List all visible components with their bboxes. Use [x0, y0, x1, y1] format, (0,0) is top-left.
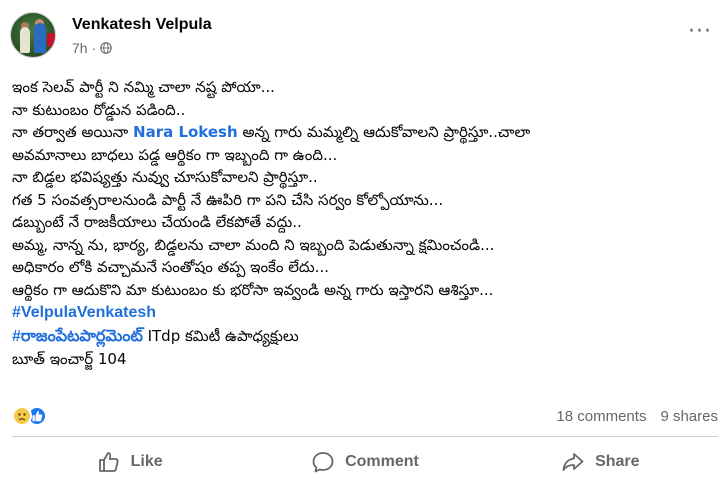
post-line: బూత్ ఇంచార్జ్ 104: [12, 350, 127, 368]
meta-separator: ·: [91, 40, 97, 56]
globe-icon: [100, 42, 113, 54]
post-line: నా బిడ్డల భవిష్యత్తు నువ్వు చూసుకోవాలని …: [12, 168, 318, 186]
hashtag-link[interactable]: #VelpulaVenkatesh: [12, 304, 156, 321]
post-time[interactable]: 7h: [72, 40, 88, 56]
post-line: అమ్మ, నాన్న ను, భార్య, బిడ్డలను చాలా మంద…: [12, 235, 495, 254]
post-line: #VelpulaVenkatesh: [12, 301, 718, 325]
action-bar: Like Comment Share: [12, 442, 718, 482]
mention-link-nara-lokesh[interactable]: Nara Lokesh: [133, 123, 238, 141]
post-line: గత 5 సంవత్సరాలనుండి పార్టీ నే ఊపిరి గా ప…: [12, 190, 444, 209]
like-label: Like: [130, 453, 163, 470]
post-line: అవమానాలు బాధలు పడ్డ ఆర్థికం గా ఇబ్బంది గ…: [12, 145, 338, 164]
post-line-text: అన్న గారు మమ్మల్ని ఆదుకోవాలని ప్రార్థిస్…: [237, 123, 531, 141]
share-arrow-icon: [562, 453, 584, 471]
stats-counts: 18 comments 9 shares: [556, 408, 718, 425]
post-line: నా తర్వాత అయినా Nara Lokesh అన్న గారు మమ…: [12, 121, 718, 144]
reaction-summary[interactable]: [12, 406, 47, 426]
share-button[interactable]: Share: [483, 442, 718, 482]
post-line: నా కుటుంబం రోడ్డున పడింది..: [12, 100, 186, 119]
post-stats: 18 comments 9 shares: [12, 402, 718, 430]
post-header: Venkatesh Velpula 7h · ···: [10, 12, 718, 58]
comment-bubble-icon: [312, 452, 334, 473]
post-line-text: ITdp కమిటీ ఉపాధ్యక్షులు: [142, 326, 299, 345]
shares-count[interactable]: 9 shares: [660, 408, 718, 425]
comment-button[interactable]: Comment: [247, 442, 482, 482]
post-line: డబ్బుంటే నే రాజకీయాలు చేయండి లేకపోతే వద్…: [12, 213, 302, 231]
divider: [12, 436, 718, 437]
share-label: Share: [595, 453, 640, 470]
post-text: ఇంక సెలవ్ పార్టీ ని నమ్మి చాలా నష్ట పోయా…: [12, 76, 718, 371]
comment-label: Comment: [345, 453, 419, 470]
author-avatar[interactable]: [10, 12, 56, 58]
post-line: ఇంక సెలవ్ పార్టీ ని నమ్మి చాలా నష్ట పోయా…: [12, 78, 275, 96]
hashtag-link[interactable]: #రాజంపేటపార్లమెంట్: [12, 328, 143, 345]
post-line: అధికారం లోకి వచ్చామనే సంతోషం తప్ప ఇంకేం …: [12, 258, 329, 276]
more-options-button[interactable]: ···: [686, 20, 714, 44]
post-line: ఆర్థికం గా ఆదుకొని మా కుటుంబం కు భరోసా ఇ…: [12, 280, 494, 299]
sad-reaction-icon: [12, 406, 32, 426]
like-button[interactable]: Like: [12, 442, 247, 482]
post-meta: 7h ·: [72, 40, 113, 56]
thumbs-up-icon: [98, 452, 119, 472]
author-name[interactable]: Venkatesh Velpula: [72, 16, 212, 34]
post-line-text: నా తర్వాత అయినా: [12, 123, 134, 141]
comments-count[interactable]: 18 comments: [556, 408, 646, 425]
post-line: #రాజంపేటపార్లమెంట్ ITdp కమిటీ ఉపాధ్యక్షు…: [12, 325, 718, 349]
